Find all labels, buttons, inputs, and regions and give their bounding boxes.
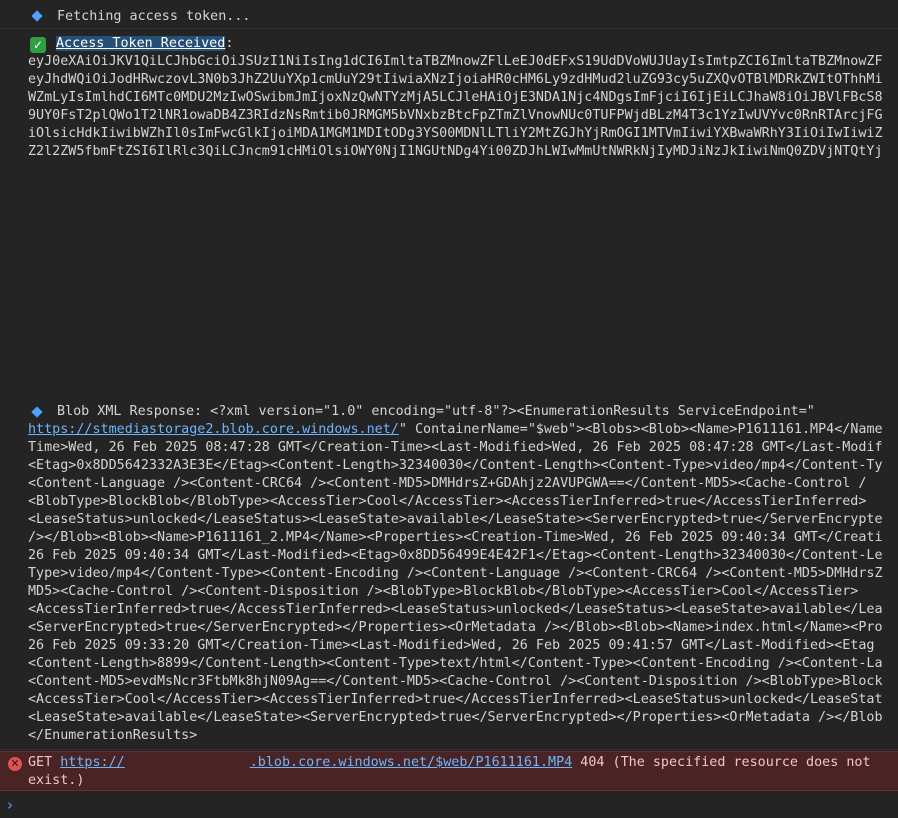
blob-xml-line: <Content-MD5>evdMsNcr3FtbMk8hjN09Ag==</C… xyxy=(28,674,883,689)
info-diamond-icon xyxy=(31,406,43,418)
console-message-blob-xml: Blob XML Response: <?xml version="1.0" e… xyxy=(0,398,898,750)
request-method: GET xyxy=(28,755,53,770)
console-message-error: ✕ GET https:// .blob.core.windows.net/$we… xyxy=(0,751,898,791)
info-diamond-icon xyxy=(31,10,43,22)
blob-xml-label: Blob XML Response: <?xml version="1.0" e… xyxy=(57,404,815,419)
token-colon: : xyxy=(225,36,234,51)
token-line[interactable]: 9UY0FsT2plQWo1T2lNR1owaDB4Z3RIdzNsRmtib0… xyxy=(28,107,883,125)
blob-xml-line: <Etag>0x8DD5642332A3E3E</Etag><Content-L… xyxy=(28,458,883,473)
checkmark-icon: ✓ xyxy=(30,37,46,53)
blob-xml-line: 26 Feb 2025 09:40:34 GMT</Last-Modified>… xyxy=(28,548,883,563)
access-token-label[interactable]: Access Token Received xyxy=(56,36,226,51)
blob-xml-line: Time>Wed, 26 Feb 2025 08:47:28 GMT</Crea… xyxy=(28,440,883,455)
fetching-text: Fetching access token... xyxy=(57,9,251,24)
storage-endpoint-link[interactable]: https://stmediastorage2.blob.core.window… xyxy=(28,422,399,437)
blob-xml-line: MD5><Cache-Control /><Content-Dispositio… xyxy=(28,584,859,599)
blob-xml-line: <Content-Language /><Content-CRC64 /><Co… xyxy=(28,476,867,491)
blob-xml-line: <Content-Length>8899</Content-Length><Co… xyxy=(28,656,883,671)
blob-xml-line: <AccessTier>Cool</AccessTier><AccessTier… xyxy=(28,692,883,707)
request-url-start[interactable]: https:// xyxy=(60,755,125,770)
console-message-fetching: Fetching access token... xyxy=(0,0,898,29)
token-line[interactable]: iOlsicHdkIiwibWZhIl0sImFwcGlkIjoiMDA1MGM… xyxy=(28,125,883,143)
error-status: 404 (The specified resource does not xyxy=(580,755,871,770)
failed-request-link[interactable]: https:// .blob.core.windows.net/$web/P161… xyxy=(60,755,572,770)
token-line[interactable]: Z2l2ZW5fbmFtZSI6IlRlc3QiLCJncm91cHMiOlsi… xyxy=(28,143,883,161)
error-status-continued: exist.) xyxy=(28,773,85,788)
blob-xml-line: Type>video/mp4</Content-Type><Content-En… xyxy=(28,566,883,581)
error-circle-icon: ✕ xyxy=(8,757,22,771)
blob-xml-line: /></Blob><Blob><Name>P1611161_2.MP4</Nam… xyxy=(28,530,883,545)
blob-xml-line: </EnumerationResults> xyxy=(28,728,198,743)
console-message-token: ✓ Access Token Received: eyJ0eXAiOiJKV1Q… xyxy=(0,30,898,392)
blob-xml-line: 26 Feb 2025 09:33:20 GMT</Creation-Time>… xyxy=(28,638,875,653)
token-line[interactable]: WZmLyIsImlhdCI6MTc0MDU2MzIwOSwibmJmIjoxN… xyxy=(28,89,883,107)
blob-xml-line: <AccessTierInferred>true</AccessTierInfe… xyxy=(28,602,883,617)
token-line[interactable]: eyJ0eXAiOiJKV1QiLCJhbGciOiJSUzI1NiIsIng1… xyxy=(28,53,883,71)
chevron-right-icon[interactable]: › xyxy=(7,796,13,814)
console-output: Fetching access token... ✓ Access Token … xyxy=(0,0,898,818)
request-url-end[interactable]: .blob.core.windows.net/$web/P1611161.MP4 xyxy=(250,755,572,770)
blob-xml-line: <ServerEncrypted>true</ServerEncrypted><… xyxy=(28,620,883,635)
blob-xml-line: <LeaseState>available</LeaseState><Serve… xyxy=(28,710,883,725)
blob-xml-line: <BlobType>BlockBlob</BlobType><AccessTie… xyxy=(28,494,867,509)
blob-xml-line: <LeaseStatus>unlocked</LeaseStatus><Leas… xyxy=(28,512,883,527)
token-line[interactable]: eyJhdWQiOiJodHRwczovL3N0b3JhZ2UuYXp1cmUu… xyxy=(28,71,883,89)
blob-xml-text: " ContainerName="$web"><Blobs><Blob><Nam… xyxy=(398,422,883,437)
